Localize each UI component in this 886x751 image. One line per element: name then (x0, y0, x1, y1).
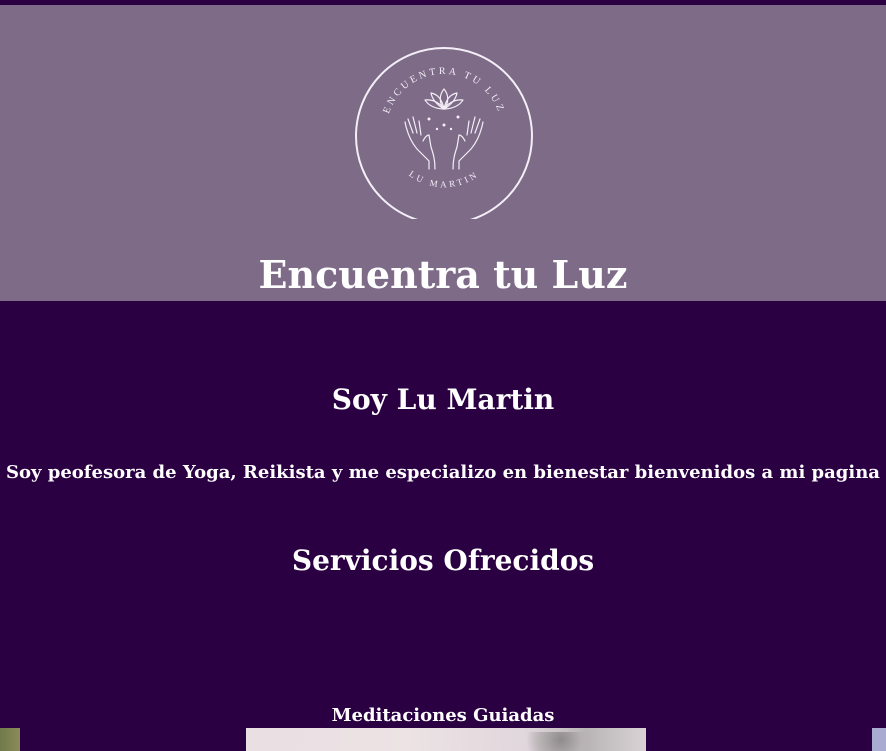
services-title: Servicios Ofrecidos (291, 544, 595, 577)
carousel-next-image[interactable] (872, 728, 886, 751)
service-image-detail (516, 732, 606, 751)
logo: ENCUENTRA TU LUZ LU MARTIN (353, 37, 535, 225)
site-header: ENCUENTRA TU LUZ LU MARTIN Encuentra tu … (0, 5, 886, 301)
site-title: Encuentra tu Luz (258, 252, 628, 297)
carousel-prev-image[interactable] (0, 728, 20, 751)
logo-arc-bottom: LU MARTIN (407, 169, 477, 190)
service-image[interactable] (246, 728, 646, 751)
about-text: Soy peofesora de Yoga, Reikista y me esp… (6, 462, 880, 483)
svg-text:LU MARTIN: LU MARTIN (407, 169, 480, 190)
lotus-hands-icon: ENCUENTRA TU LUZ LU MARTIN (355, 47, 533, 225)
service-name: Meditaciones Guiadas (331, 705, 555, 726)
about-title: Soy Lu Martin (331, 383, 555, 416)
